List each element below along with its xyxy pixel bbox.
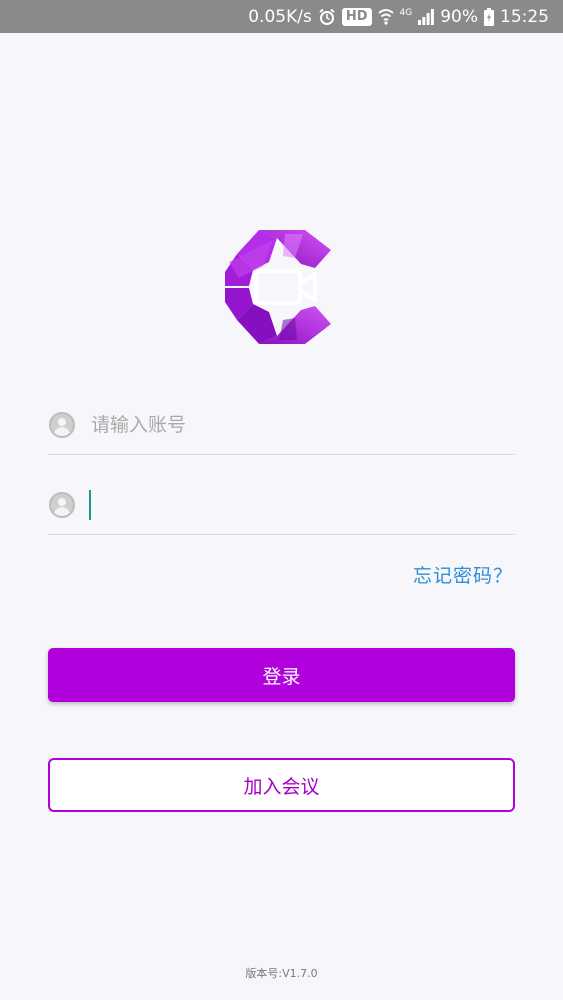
account-field (48, 395, 515, 455)
password-input[interactable] (95, 484, 475, 525)
password-field (48, 475, 515, 535)
signal-icon (418, 8, 435, 25)
hd-badge: HD (341, 7, 372, 26)
version-label: 版本号:V1.7.0 (245, 967, 318, 980)
status-bar: 0.05K/s HD 4G 90% 15:25 (0, 0, 563, 33)
clock-time: 15:25 (500, 6, 549, 27)
user-avatar-icon (49, 491, 75, 518)
network-speed: 0.05K/s (248, 6, 312, 27)
battery-icon (484, 7, 494, 26)
wifi-icon (377, 8, 394, 26)
app-logo-icon (223, 228, 341, 346)
account-input[interactable] (91, 404, 491, 445)
alarm-icon (318, 8, 336, 26)
login-screen: 0.05K/s HD 4G 90% 15:25 请输入账号 忘记密码？ 登录 加… (0, 0, 563, 1000)
network-type: 4G (399, 8, 413, 18)
text-cursor (89, 489, 91, 520)
join-meeting-button[interactable]: 加入会议 (48, 758, 515, 812)
battery-level: 90% (440, 6, 478, 27)
user-avatar-icon (49, 411, 75, 438)
login-button[interactable]: 登录 (48, 648, 515, 702)
forgot-password-link[interactable]: 忘记密码？ (413, 561, 513, 588)
